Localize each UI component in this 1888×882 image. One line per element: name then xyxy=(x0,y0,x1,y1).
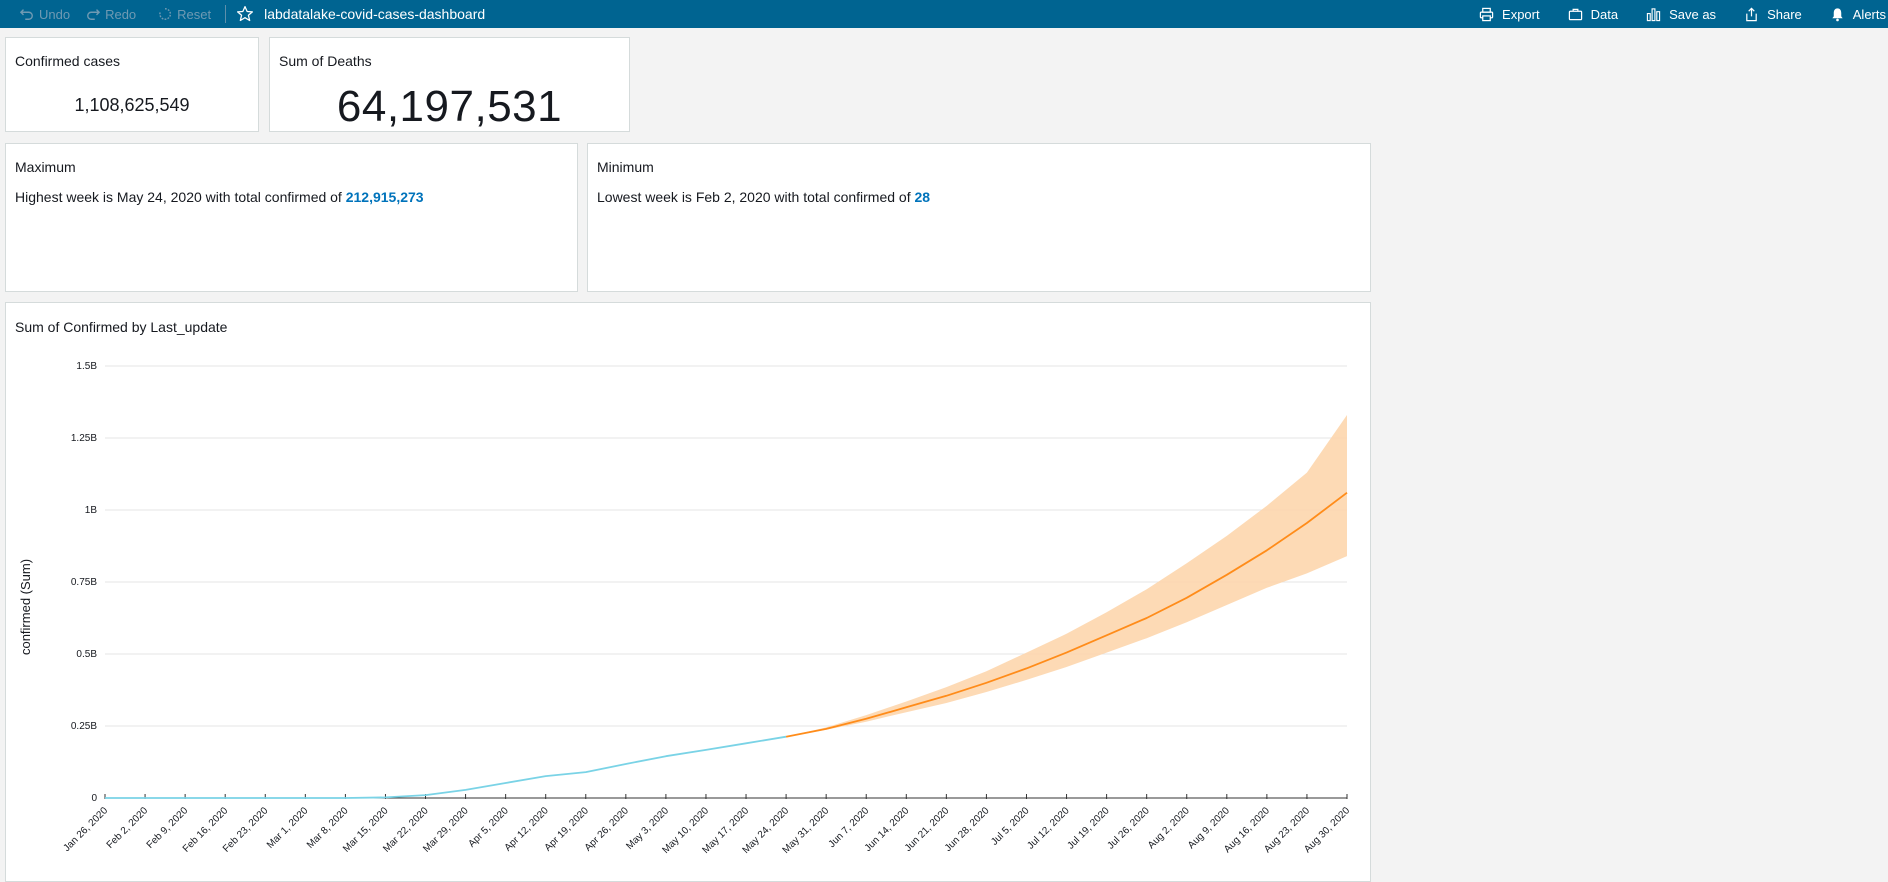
undo-label: Undo xyxy=(39,6,71,22)
kpi-confirmed-title: Confirmed cases xyxy=(15,53,121,69)
insight-maximum-sentence: Highest week is May 24, 2020 with total … xyxy=(15,189,346,205)
printer-icon xyxy=(1479,7,1494,21)
x-tick-label: Feb 2, 2020 xyxy=(105,805,151,851)
share-icon xyxy=(1746,7,1757,21)
insight-minimum-card[interactable]: Minimum Lowest week is Feb 2, 2020 with … xyxy=(587,143,1371,292)
kpi-deaths-card[interactable]: Sum of Deaths 64,197,531 xyxy=(269,37,630,132)
insight-maximum-text: Highest week is May 24, 2020 with total … xyxy=(15,189,424,205)
kpi-deaths-title: Sum of Deaths xyxy=(279,53,372,69)
insight-maximum-value: 212,915,273 xyxy=(345,189,424,205)
y-tick-label: 1.5B xyxy=(76,361,97,372)
redo-label: Redo xyxy=(105,6,137,22)
top-toolbar: Undo Redo Reset labdatalake-covid-cases-… xyxy=(0,0,1888,28)
kpi-confirmed-card[interactable]: Confirmed cases 1,108,625,549 xyxy=(5,37,259,132)
reset-button[interactable]: Reset xyxy=(150,0,219,28)
x-tick-label: Jan 26, 2020 xyxy=(61,805,110,854)
toolbar-divider xyxy=(225,5,227,23)
line-chart-card[interactable]: Sum of Confirmed by Last_update 0 0.25B 0.… xyxy=(5,302,1371,882)
kpi-confirmed-value: 1,108,625,549 xyxy=(74,95,190,115)
undo-icon xyxy=(20,9,33,20)
share-label: Share xyxy=(1767,6,1802,22)
dashboard-title: labdatalake-covid-cases-dashboard xyxy=(264,6,486,22)
kpi-deaths-value: 64,197,531 xyxy=(336,82,563,131)
insight-minimum-sentence: Lowest week is Feb 2, 2020 with total co… xyxy=(597,189,915,205)
line-chart: 0 0.25B 0.5B 0.75B 1B 1.25B 1.5B Jan 26, 2020Fe… xyxy=(18,361,1352,856)
y-tick-label: 0.5B xyxy=(76,649,97,660)
data-label: Data xyxy=(1590,6,1619,22)
share-button[interactable]: Share xyxy=(1730,0,1816,28)
x-tick-label: Mar 1, 2020 xyxy=(265,805,311,851)
insight-minimum-text: Lowest week is Feb 2, 2020 with total co… xyxy=(597,189,930,205)
reset-icon xyxy=(159,8,172,20)
briefcase-icon xyxy=(1568,8,1582,20)
favorite-star-icon[interactable] xyxy=(236,5,254,23)
y-tick-label: 0.25B xyxy=(71,721,97,732)
save-as-label: Save as xyxy=(1669,6,1717,22)
reset-label: Reset xyxy=(177,6,212,22)
alerts-button[interactable]: Alerts xyxy=(1816,0,1888,28)
x-tick-label: Aug 2, 2020 xyxy=(1146,805,1192,851)
x-tick-label: Jul 26, 2020 xyxy=(1105,805,1152,852)
y-tick-label: 1B xyxy=(85,505,98,516)
bell-icon xyxy=(1832,7,1843,21)
forecast-band xyxy=(786,415,1347,737)
insight-maximum-title: Maximum xyxy=(15,159,76,175)
y-tick-label: 0 xyxy=(91,793,97,804)
y-tick-label: 0.75B xyxy=(71,577,97,588)
save-as-button[interactable]: Save as xyxy=(1632,0,1730,28)
insight-minimum-value: 28 xyxy=(914,189,931,205)
actual-series-line xyxy=(105,735,787,799)
insight-minimum-title: Minimum xyxy=(597,159,654,175)
export-label: Export xyxy=(1502,6,1540,22)
alerts-label: Alerts xyxy=(1852,6,1886,22)
bar-chart-icon xyxy=(1646,7,1661,21)
redo-icon xyxy=(87,9,101,20)
y-tick-label: 1.25B xyxy=(71,433,97,444)
insight-maximum-card[interactable]: Maximum Highest week is May 24, 2020 wit… xyxy=(5,143,578,292)
data-button[interactable]: Data xyxy=(1554,0,1632,28)
export-button[interactable]: Export xyxy=(1465,0,1554,28)
x-tick-label: Jul 5, 2020 xyxy=(989,805,1032,848)
redo-button[interactable]: Redo xyxy=(78,0,144,28)
y-axis-title: confirmed (Sum) xyxy=(18,559,33,655)
undo-button[interactable]: Undo xyxy=(0,0,78,28)
